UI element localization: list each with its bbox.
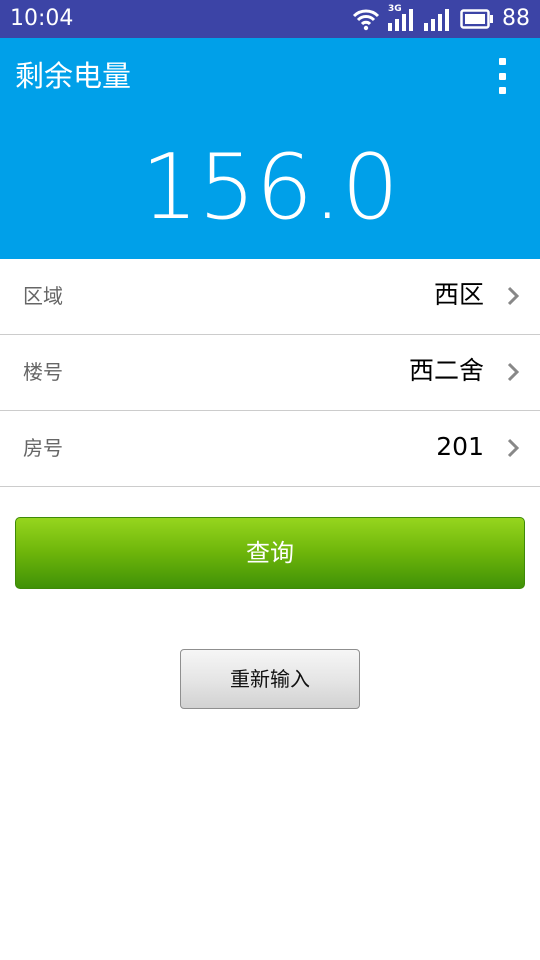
- building-value: 西二舍: [408, 356, 484, 385]
- query-button[interactable]: 查询: [15, 517, 525, 589]
- menu-dot: [498, 72, 506, 80]
- network-type-label: 3G: [388, 4, 402, 14]
- status-bar: 10:04 3G 88: [0, 0, 540, 38]
- status-time: 10:04: [10, 6, 74, 31]
- header: 剩余电量 156.0: [0, 38, 540, 259]
- room-label: 房号: [23, 436, 63, 460]
- area-row[interactable]: 区域 西区: [0, 259, 540, 335]
- wifi-icon: [352, 7, 380, 31]
- signal-icon: [424, 7, 452, 31]
- room-row[interactable]: 房号 201: [0, 411, 540, 487]
- area-value: 西区: [433, 280, 484, 309]
- chevron-right-icon: [506, 286, 520, 306]
- building-row[interactable]: 楼号 西二舍: [0, 335, 540, 411]
- chevron-right-icon: [506, 438, 520, 458]
- area-label: 区域: [23, 284, 63, 308]
- status-icons: 3G 88: [352, 4, 530, 33]
- menu-dot: [498, 58, 506, 65]
- chevron-right-icon: [506, 362, 520, 382]
- building-label: 楼号: [23, 360, 63, 384]
- more-vertical-icon[interactable]: [490, 58, 514, 94]
- room-value: 201: [436, 432, 484, 461]
- remaining-power-value: 156.0: [141, 135, 399, 240]
- battery-icon: [460, 8, 494, 30]
- menu-dot: [498, 87, 506, 94]
- 3g-signal-icon: 3G: [388, 4, 416, 31]
- reset-button[interactable]: 重新输入: [180, 649, 360, 709]
- battery-level: 88: [502, 6, 530, 31]
- page-title: 剩余电量: [15, 59, 132, 93]
